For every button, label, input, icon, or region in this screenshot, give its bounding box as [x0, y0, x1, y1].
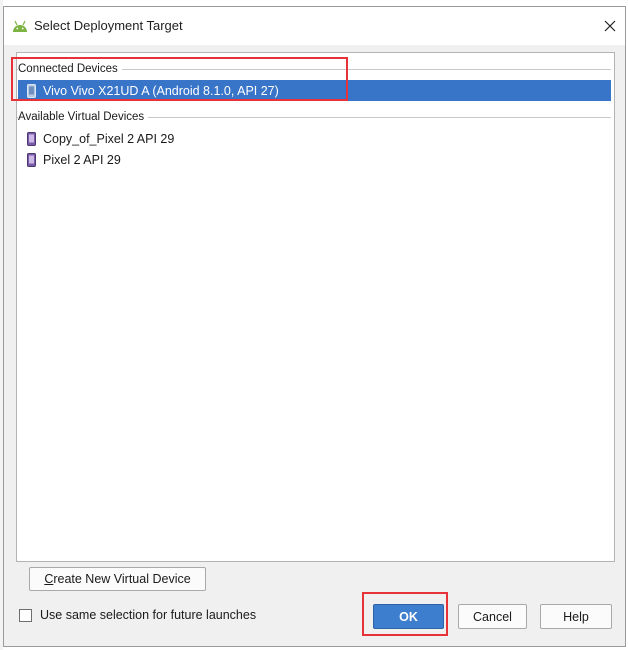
- dialog-title: Select Deployment Target: [34, 18, 183, 33]
- button-label: reate New Virtual Device: [53, 572, 191, 586]
- group-header-virtual: Available Virtual Devices: [17, 108, 614, 126]
- android-icon: [13, 20, 27, 32]
- remember-selection-checkbox[interactable]: [19, 608, 32, 622]
- device-row-copy-of-pixel-2[interactable]: Copy_of_Pixel 2 API 29: [18, 128, 611, 149]
- help-button[interactable]: Help: [540, 604, 612, 629]
- device-row-pixel-2[interactable]: Pixel 2 API 29: [18, 149, 611, 170]
- checkbox-label: Use same selection for future launches: [40, 608, 257, 622]
- group-label: Available Virtual Devices: [18, 109, 149, 125]
- group-header-connected: Connected Devices: [17, 60, 614, 78]
- device-label: Copy_of_Pixel 2 API 29: [43, 131, 175, 146]
- phone-icon: [27, 83, 36, 98]
- virtual-phone-icon: [27, 131, 36, 146]
- create-virtual-device-button[interactable]: Create New Virtual Device: [29, 567, 206, 591]
- device-label: Vivo Vivo X21UD A (Android 8.1.0, API 27…: [43, 83, 279, 98]
- group-label: Connected Devices: [18, 61, 122, 77]
- close-icon: [604, 20, 616, 32]
- virtual-phone-icon: [27, 152, 36, 167]
- device-label: Pixel 2 API 29: [43, 152, 121, 167]
- device-row-vivo-x21ud[interactable]: Vivo Vivo X21UD A (Android 8.1.0, API 27…: [18, 80, 611, 101]
- cancel-button[interactable]: Cancel: [458, 604, 527, 629]
- close-button[interactable]: [599, 15, 621, 37]
- device-list: Connected Devices Vivo Vivo X21UD A (And…: [16, 52, 615, 562]
- deployment-target-dialog: Select Deployment Target Connected Devic…: [3, 6, 626, 647]
- remember-selection-row[interactable]: Use same selection for future launches: [19, 608, 256, 622]
- title-bar: Select Deployment Target: [4, 7, 625, 45]
- mnemonic-letter: C: [44, 572, 54, 586]
- ok-button[interactable]: OK: [373, 604, 444, 629]
